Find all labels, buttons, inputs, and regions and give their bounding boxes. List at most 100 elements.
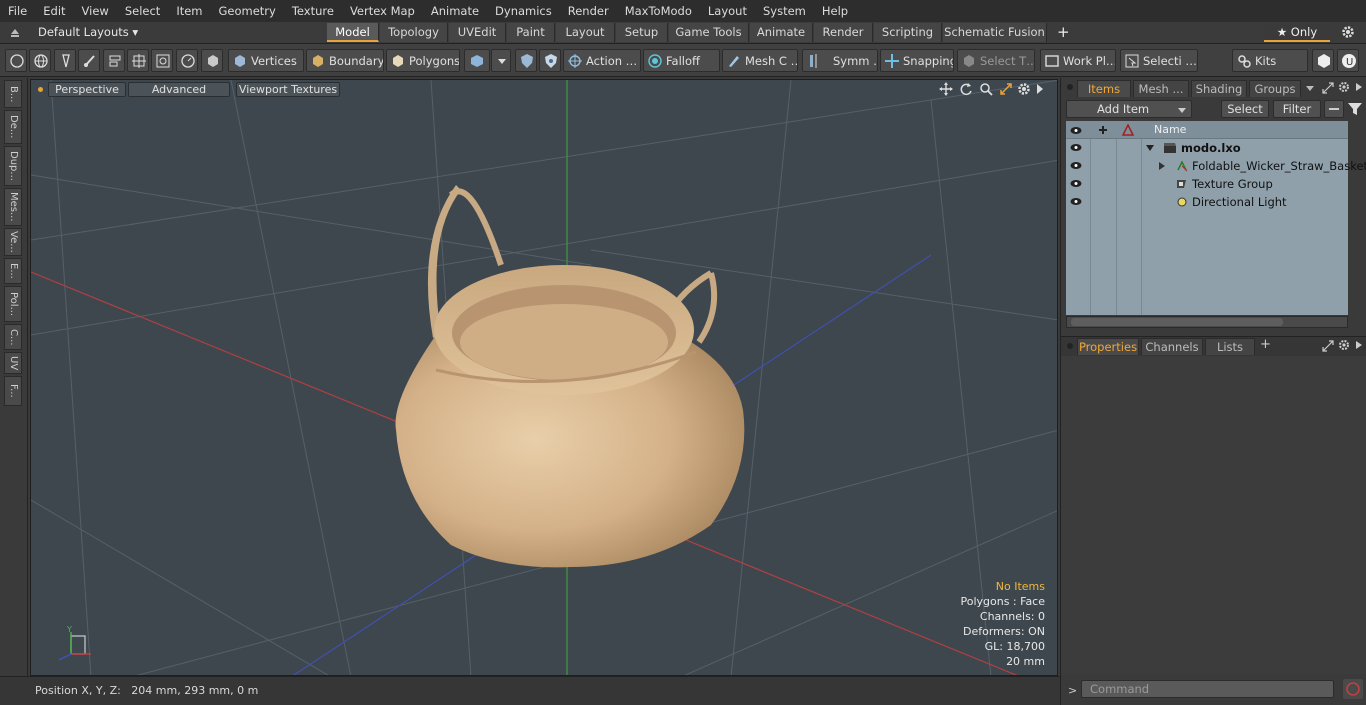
- record-icon[interactable]: [1343, 679, 1363, 699]
- kits-button[interactable]: Kits: [1232, 49, 1308, 72]
- viewport-settings-gear-icon[interactable]: [1017, 82, 1031, 96]
- material-icon[interactable]: [464, 49, 490, 72]
- left-tab-mesh-edit[interactable]: Mes...: [4, 188, 22, 226]
- left-tab-edge[interactable]: E...: [4, 258, 22, 284]
- menu-item[interactable]: Item: [168, 0, 210, 22]
- advanced-menu[interactable]: Advanced: [128, 82, 230, 97]
- add-item-button[interactable]: Add Item: [1066, 100, 1192, 118]
- tree-row-basket[interactable]: Foldable_Wicker_Straw_Basket: [1066, 157, 1366, 175]
- panel-arrow-icon[interactable]: [1354, 340, 1364, 350]
- visibility-column-eye-icon[interactable]: [1070, 125, 1082, 134]
- rotate-view-icon[interactable]: [959, 82, 973, 96]
- tab-render[interactable]: Render: [814, 23, 873, 42]
- left-tab-vertex[interactable]: Ve...: [4, 228, 22, 256]
- menu-view[interactable]: View: [74, 0, 117, 22]
- falloff-button[interactable]: Falloff: [643, 49, 720, 72]
- panel-arrow-icon[interactable]: [1354, 82, 1364, 92]
- left-tab-curve[interactable]: C...: [4, 324, 22, 350]
- menu-maxtomodo[interactable]: MaxToModo: [617, 0, 700, 22]
- menu-help[interactable]: Help: [814, 0, 856, 22]
- maximize-view-icon[interactable]: [999, 82, 1013, 96]
- menu-dynamics[interactable]: Dynamics: [487, 0, 560, 22]
- tab-properties[interactable]: Properties: [1077, 338, 1139, 355]
- collapse-arrow-icon[interactable]: [8, 25, 22, 39]
- menu-edit[interactable]: Edit: [35, 0, 73, 22]
- snapping-button[interactable]: Snapping: [880, 49, 954, 72]
- shield-icon[interactable]: [515, 49, 537, 72]
- tab-channels[interactable]: Channels: [1141, 338, 1203, 355]
- expand-triangle-icon[interactable]: [1158, 162, 1166, 170]
- filter-button[interactable]: Filter: [1273, 100, 1321, 118]
- funnel-filter-icon[interactable]: [1347, 101, 1363, 117]
- left-tab-basic[interactable]: B...: [4, 80, 22, 108]
- tab-items[interactable]: Items: [1077, 80, 1131, 97]
- tab-lists[interactable]: Lists: [1205, 338, 1255, 355]
- name-column-header[interactable]: Name: [1154, 121, 1186, 139]
- tab-shading[interactable]: Shading: [1191, 80, 1247, 97]
- eye-icon[interactable]: [1070, 143, 1082, 152]
- unity-icon[interactable]: [1312, 49, 1334, 72]
- menu-file[interactable]: File: [0, 0, 35, 22]
- select-button[interactable]: Select: [1221, 100, 1269, 118]
- brush-icon[interactable]: [78, 49, 100, 72]
- circle-select-icon[interactable]: [5, 49, 27, 72]
- left-tab-polygon[interactable]: Pol...: [4, 286, 22, 322]
- tab-mesh[interactable]: Mesh ...: [1133, 80, 1189, 97]
- timer-icon[interactable]: [176, 49, 198, 72]
- vertices-button[interactable]: Vertices: [228, 49, 304, 72]
- left-tab-uv[interactable]: UV: [4, 352, 22, 374]
- tab-layout[interactable]: Layout: [556, 23, 615, 42]
- panel-gear-icon[interactable]: [1338, 81, 1350, 93]
- shield-star-icon[interactable]: [539, 49, 561, 72]
- left-tab-duplicate[interactable]: Dup...: [4, 146, 22, 186]
- move-view-icon[interactable]: [939, 82, 953, 96]
- work-plane-button[interactable]: Work Pl…: [1040, 49, 1116, 72]
- viewport-expand-arrow-icon[interactable]: [1035, 83, 1045, 95]
- tab-schematic-fusion[interactable]: Schematic Fusion: [943, 23, 1047, 42]
- tab-paint[interactable]: Paint: [507, 23, 555, 42]
- menu-vertex-map[interactable]: Vertex Map: [342, 0, 423, 22]
- tab-topology[interactable]: Topology: [380, 23, 448, 42]
- menu-select[interactable]: Select: [117, 0, 168, 22]
- eye-icon[interactable]: [1070, 197, 1082, 206]
- tab-model[interactable]: Model: [327, 23, 379, 42]
- menu-layout[interactable]: Layout: [700, 0, 755, 22]
- unreal-icon[interactable]: U: [1337, 49, 1359, 72]
- tree-row-texture-group[interactable]: Texture Group: [1066, 175, 1348, 193]
- center-icon[interactable]: [127, 49, 149, 72]
- panel-maximize-icon[interactable]: [1322, 340, 1334, 352]
- polygons-button[interactable]: Polygons: [386, 49, 460, 72]
- tree-horizontal-scrollbar[interactable]: [1066, 316, 1348, 328]
- tree-row-scene[interactable]: modo.lxo: [1066, 139, 1348, 157]
- lock-column-icon[interactable]: [1096, 123, 1110, 137]
- tab-setup[interactable]: Setup: [616, 23, 668, 42]
- item-mode-icon[interactable]: [201, 49, 223, 72]
- menu-geometry[interactable]: Geometry: [211, 0, 284, 22]
- add-properties-tab-button[interactable]: +: [1260, 337, 1271, 352]
- select-through-button[interactable]: Select T…: [957, 49, 1035, 72]
- gear-icon[interactable]: [1341, 25, 1355, 39]
- align-icon[interactable]: [103, 49, 125, 72]
- tree-row-directional-light[interactable]: Directional Light: [1066, 193, 1348, 211]
- tab-animate[interactable]: Animate: [750, 23, 813, 42]
- eye-icon[interactable]: [1070, 179, 1082, 188]
- render-column-icon[interactable]: [1121, 123, 1135, 137]
- tab-uvedit[interactable]: UVEdit: [449, 23, 506, 42]
- mesh-constraint-button[interactable]: Mesh C …: [722, 49, 798, 72]
- symmetry-button[interactable]: Symm …: [802, 49, 878, 72]
- tab-scripting[interactable]: Scripting: [874, 23, 942, 42]
- frame-icon[interactable]: [151, 49, 173, 72]
- panel-maximize-icon[interactable]: [1322, 82, 1334, 94]
- layout-selector[interactable]: Default Layouts ▾: [38, 25, 138, 39]
- scrollbar-thumb[interactable]: [1071, 318, 1283, 326]
- globe-icon[interactable]: [29, 49, 51, 72]
- expand-triangle-icon[interactable]: [1146, 144, 1154, 152]
- left-tab-fusion[interactable]: F...: [4, 376, 22, 406]
- eye-icon[interactable]: [1070, 161, 1082, 170]
- selection-sets-button[interactable]: Selecti …: [1120, 49, 1198, 72]
- menu-animate[interactable]: Animate: [423, 0, 487, 22]
- 3d-viewport[interactable]: Y Perspective Advanced Viewport Textures…: [30, 79, 1058, 676]
- boundary-button[interactable]: Boundary: [306, 49, 384, 72]
- left-tab-deform[interactable]: De...: [4, 110, 22, 144]
- menu-render[interactable]: Render: [560, 0, 617, 22]
